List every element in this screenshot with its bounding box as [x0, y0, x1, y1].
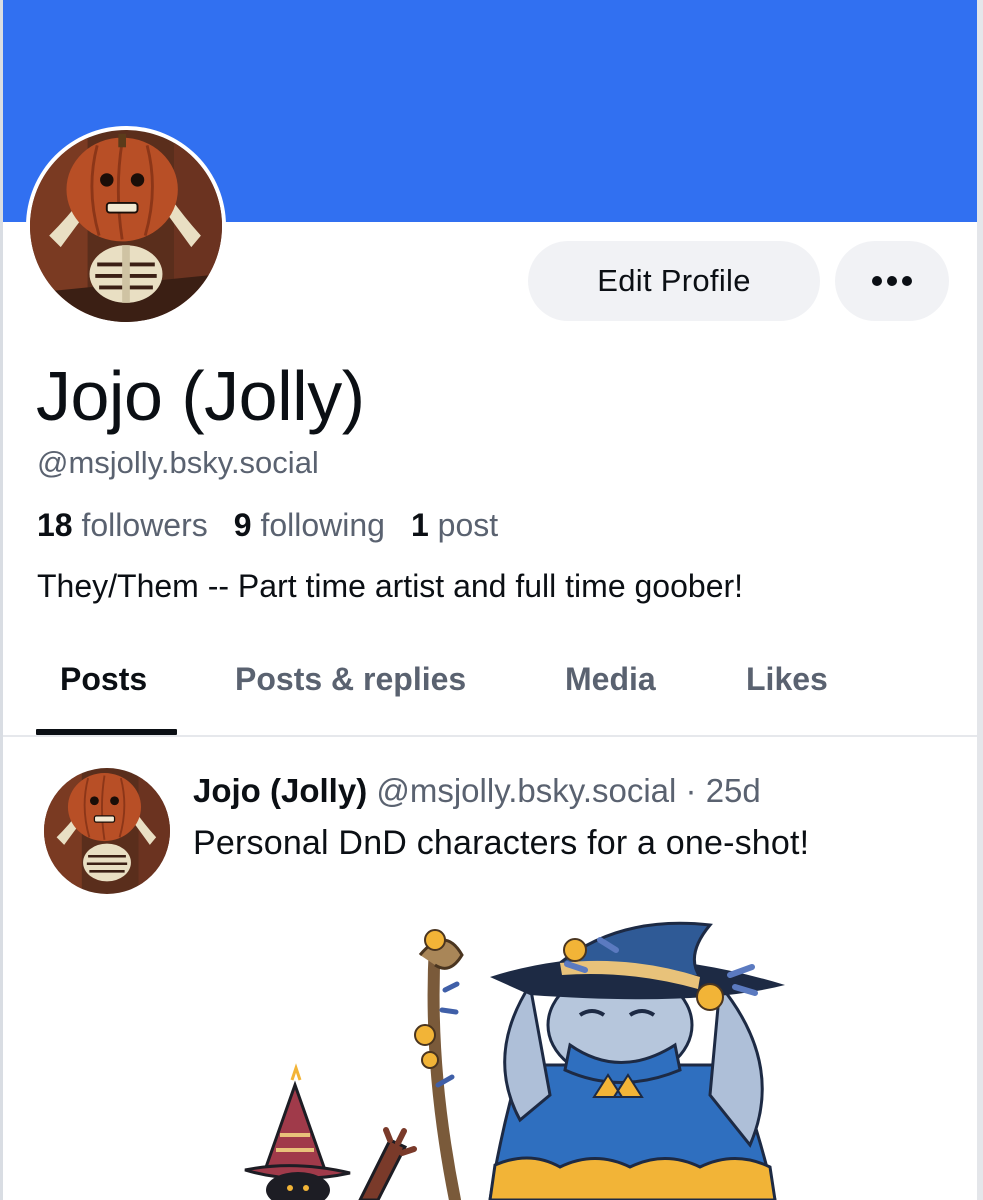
profile-bio: They/Them -- Part time artist and full t…: [37, 568, 744, 604]
following-link[interactable]: 9 following: [234, 507, 385, 543]
following-count: 9: [233, 507, 252, 543]
dnd-characters-illustration-icon: [244, 921, 785, 1200]
post-text: Personal DnD characters for a one-shot!: [193, 824, 810, 862]
edit-profile-label: Edit Profile: [597, 263, 751, 298]
posts-count: 1: [410, 507, 429, 543]
tab-posts-and-replies[interactable]: Posts & replies: [235, 650, 466, 708]
tab-posts[interactable]: Posts: [60, 650, 147, 708]
post-author-avatar[interactable]: [44, 768, 170, 894]
post-age[interactable]: 25d: [706, 772, 761, 809]
tab-media[interactable]: Media: [565, 650, 656, 708]
profile-avatar[interactable]: [26, 126, 226, 326]
post-header: Jojo (Jolly) @msjolly.bsky.social · 25d: [193, 771, 761, 811]
posts-stat: 1 post: [411, 507, 498, 543]
post-image[interactable]: [230, 915, 830, 1200]
profile-stats: 18 followers 9 following 1 post: [37, 505, 498, 545]
followers-label: followers: [81, 507, 208, 543]
followers-link[interactable]: 18 followers: [37, 507, 208, 543]
tab-likes[interactable]: Likes: [746, 650, 828, 708]
scrollbar-track[interactable]: [977, 0, 983, 1200]
more-options-button[interactable]: [835, 241, 949, 321]
followers-count: 18: [37, 507, 73, 543]
post-separator: ·: [685, 772, 697, 809]
ellipsis-icon: [872, 276, 912, 286]
pumpkin-skeleton-avatar-icon: [44, 768, 170, 894]
profile-display-name: Jojo (Jolly): [36, 357, 365, 435]
post-author-handle[interactable]: @msjolly.bsky.social: [376, 772, 676, 809]
edit-profile-button[interactable]: Edit Profile: [528, 241, 820, 321]
post-author-name[interactable]: Jojo (Jolly): [193, 772, 367, 809]
tabs-divider: [3, 735, 977, 737]
pumpkin-skeleton-avatar-icon: [30, 130, 222, 322]
profile-handle: @msjolly.bsky.social: [37, 445, 319, 480]
posts-label: post: [437, 507, 499, 543]
following-label: following: [260, 507, 385, 543]
profile-tabs: Posts Posts & replies Media Likes: [0, 650, 977, 736]
